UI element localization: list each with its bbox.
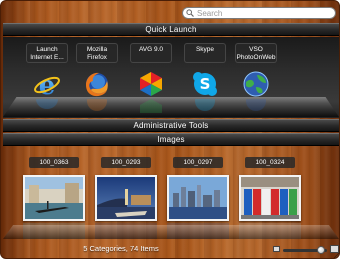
app-label: VSO PhotoOnWeb (235, 43, 277, 63)
status-text: 5 Categories, 74 Items (83, 244, 159, 253)
launcher-window: Quick Launch Launch Internet E... e Mozi… (0, 0, 340, 259)
app-label: Launch Internet E... (26, 43, 68, 63)
firefox-reflection (87, 99, 107, 111)
app-label: AVG 9.0 (130, 43, 172, 63)
svg-text:S: S (200, 75, 211, 93)
icon-size-slider-thumb[interactable] (317, 246, 326, 254)
app-label: Mozilla Firefox (76, 43, 118, 63)
image-thumbnail (95, 175, 157, 221)
resize-grip-icon[interactable] (333, 252, 340, 259)
image-thumbnail (167, 175, 229, 221)
app-item-skype[interactable]: Skype S (184, 43, 226, 115)
app-label: Skype (184, 43, 226, 63)
photoonweb-reflection (246, 99, 266, 111)
image-label: 100_0293 (101, 157, 151, 168)
app-item-avg[interactable]: AVG 9.0 (130, 43, 172, 115)
internet-explorer-reflection (36, 99, 58, 109)
app-item-internet-explorer[interactable]: Launch Internet E... e (26, 43, 68, 115)
avg-icon (140, 72, 162, 96)
small-icon-size-icon[interactable] (273, 246, 280, 252)
image-thumbnail (239, 175, 301, 221)
images-shelf (3, 225, 339, 239)
icon-size-slider[interactable] (283, 246, 327, 254)
section-header-administrative-tools[interactable]: Administrative Tools (3, 119, 339, 132)
firefox-icon (86, 72, 108, 97)
photoonweb-icon (243, 71, 269, 97)
search-input[interactable] (197, 8, 327, 18)
skype-icon: S (193, 72, 217, 96)
avg-reflection (140, 99, 162, 113)
skype-reflection (195, 99, 215, 111)
section-header-quick-launch[interactable]: Quick Launch (3, 23, 339, 36)
section-header-images[interactable]: Images (3, 133, 339, 146)
search-icon (186, 9, 194, 17)
internet-explorer-icon: e (34, 71, 60, 98)
app-item-firefox[interactable]: Mozilla Firefox (76, 43, 118, 115)
search-box[interactable] (182, 7, 336, 19)
image-label: 100_0363 (29, 157, 79, 168)
image-thumbnail (23, 175, 85, 221)
status-bar: 5 Categories, 74 Items (1, 241, 340, 259)
svg-text:e: e (39, 71, 56, 98)
image-label: 100_0324 (245, 157, 295, 168)
image-label: 100_0297 (173, 157, 223, 168)
app-item-photoonweb[interactable]: VSO PhotoOnWeb (235, 43, 277, 115)
